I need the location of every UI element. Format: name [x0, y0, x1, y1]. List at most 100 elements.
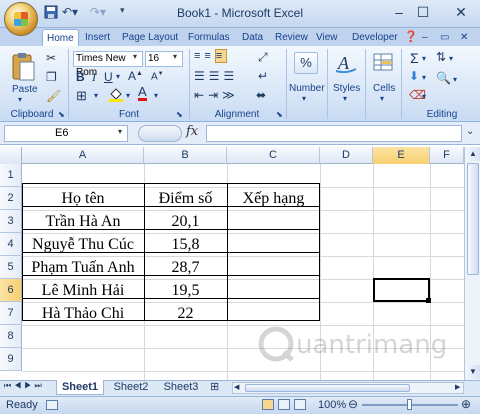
row-header-3[interactable]: 3 [0, 210, 22, 233]
name-cell[interactable]: Lê Minh Hải [22, 279, 144, 302]
zoom-slider-thumb[interactable] [407, 399, 412, 410]
name-box-dropdown-icon[interactable]: ▾ [118, 127, 122, 136]
row-header-6[interactable]: 6 [0, 279, 22, 302]
page-layout-view-icon[interactable] [278, 399, 290, 410]
row-header-4[interactable]: 4 [0, 233, 22, 256]
find-dropdown-icon[interactable]: ▾ [453, 75, 457, 84]
name-cell[interactable]: Nguyễ Thu Cúc [22, 233, 144, 256]
format-cells-icon[interactable]: ≫ [222, 88, 239, 102]
font-size-dropdown-icon[interactable]: ▾ [173, 52, 177, 61]
grow-font-icon[interactable]: A▲ [128, 69, 143, 83]
sheet-tab-sheet1[interactable]: Sheet1 [56, 380, 104, 395]
row-header-1[interactable]: 1 [0, 164, 22, 187]
row-header-9[interactable]: 9 [0, 348, 22, 371]
indent-icons[interactable]: ⇤⇥≫ [194, 88, 239, 102]
tab-home[interactable]: Home [42, 29, 79, 46]
formula-input[interactable] [206, 125, 462, 142]
row-header-8[interactable]: 8 [0, 325, 22, 348]
close-button[interactable]: ✕ [450, 2, 472, 22]
paste-button[interactable]: Paste [12, 84, 38, 95]
cells-button[interactable]: Cells [373, 83, 395, 94]
fill-down-icon[interactable]: ⬇ [409, 69, 419, 83]
font-color-dropdown-icon[interactable]: ▾ [154, 91, 158, 100]
number-dropdown-icon[interactable]: ▾ [302, 94, 306, 103]
rank-cell[interactable] [227, 233, 320, 256]
wrap-text-icon[interactable]: ↵ [258, 69, 268, 83]
sheet-tab-sheet3[interactable]: Sheet3 [158, 380, 204, 395]
font-name-dropdown-icon[interactable]: ▾ [133, 52, 137, 61]
page-break-view-icon[interactable] [294, 399, 306, 410]
column-header-f[interactable]: F [430, 147, 464, 164]
rank-cell[interactable] [227, 279, 320, 302]
vertical-scroll-thumb[interactable] [467, 163, 479, 275]
underline-dropdown-icon[interactable]: ▾ [116, 72, 120, 81]
macro-record-icon[interactable] [46, 400, 58, 410]
header-score-cell[interactable]: Điểm số [144, 187, 227, 210]
fill-color-icon[interactable] [108, 87, 124, 103]
maximize-button[interactable]: ☐ [412, 2, 434, 22]
column-header-d[interactable]: D [320, 147, 373, 164]
align-bottom-icon[interactable]: ≡ [214, 49, 228, 63]
sort-dropdown-icon[interactable]: ▾ [449, 54, 453, 63]
font-color-icon[interactable]: A [138, 85, 147, 101]
borders-dropdown-icon[interactable]: ▾ [94, 91, 98, 100]
score-cell[interactable]: 19,5 [144, 279, 227, 302]
prev-sheet-icon[interactable]: ◀ [14, 381, 24, 390]
autosum-icon[interactable]: Σ [410, 50, 419, 66]
name-cell[interactable]: Phạm Tuấn Anh [22, 256, 144, 279]
next-sheet-icon[interactable]: ▶ [24, 381, 34, 390]
clear-dropdown-icon[interactable]: ▾ [422, 92, 426, 101]
help-icon[interactable]: ❓ [404, 29, 418, 46]
fill-color-dropdown-icon[interactable]: ▾ [126, 91, 130, 100]
tab-page-layout[interactable]: Page Layout [122, 29, 178, 46]
font-size-combo[interactable]: 16 [145, 51, 183, 67]
cells-icon[interactable] [372, 51, 394, 73]
paste-icon[interactable] [10, 52, 36, 82]
align-right-icon[interactable]: ☰ [224, 69, 239, 83]
clipboard-launcher-icon[interactable]: ⬊ [58, 110, 65, 119]
merge-center-icon[interactable]: ⬌ [256, 88, 266, 102]
formula-bar-splitter[interactable] [138, 125, 182, 142]
score-cell[interactable]: 22 [144, 302, 227, 325]
scroll-down-icon[interactable]: ▼ [466, 365, 480, 379]
copy-icon[interactable]: ❐ [46, 70, 57, 84]
align-center-icon[interactable]: ☰ [209, 69, 224, 83]
tab-formulas[interactable]: Formulas [188, 29, 230, 46]
column-header-e[interactable]: E [373, 147, 430, 164]
header-rank-cell[interactable]: Xếp hạng [227, 187, 320, 210]
tab-data[interactable]: Data [242, 29, 263, 46]
decrease-indent-icon[interactable]: ⇤ [194, 88, 208, 102]
sheet-navigation-icons[interactable]: ⏮◀▶⏭ [4, 381, 45, 391]
orientation-icon[interactable]: ⤢ [258, 50, 268, 65]
tab-review[interactable]: Review [275, 29, 308, 46]
name-box[interactable]: E6 [4, 125, 128, 142]
increase-indent-icon[interactable]: ⇥ [208, 88, 222, 102]
horizontal-align-icons[interactable]: ☰☰☰ [194, 69, 238, 83]
bold-button[interactable]: B [76, 70, 85, 84]
score-cell[interactable]: 15,8 [144, 233, 227, 256]
scroll-up-icon[interactable]: ▲ [466, 147, 480, 161]
active-cell-e6[interactable] [373, 278, 430, 302]
align-left-icon[interactable]: ☰ [194, 69, 209, 83]
ribbon-minimize-button[interactable]: – [422, 29, 428, 46]
tab-developer[interactable]: Developer [352, 29, 398, 46]
horizontal-scrollbar[interactable]: ◀ ▶ [232, 382, 464, 394]
name-cell[interactable]: Trần Hà An [22, 210, 144, 233]
number-button[interactable]: Number [289, 83, 325, 94]
zoom-in-icon[interactable]: ⊕ [461, 397, 471, 411]
minimize-button[interactable]: – [388, 2, 410, 22]
last-sheet-icon[interactable]: ⏭ [34, 381, 44, 390]
paste-dropdown-icon[interactable]: ▾ [18, 95, 22, 104]
expand-formula-bar-icon[interactable]: ⌄ [466, 126, 474, 137]
row-header-5[interactable]: 5 [0, 256, 22, 279]
rank-cell[interactable] [227, 210, 320, 233]
header-name-cell[interactable]: Họ tên [22, 187, 144, 210]
row-header-2[interactable]: 2 [0, 187, 22, 210]
workbook-close-button[interactable]: ✕ [460, 29, 468, 46]
styles-dropdown-icon[interactable]: ▾ [343, 94, 347, 103]
column-header-a[interactable]: A [22, 147, 144, 164]
sort-filter-icon[interactable]: ⇅ [436, 50, 446, 64]
insert-function-button[interactable]: fx [186, 124, 198, 139]
score-cell[interactable]: 20,1 [144, 210, 227, 233]
score-cell[interactable]: 28,7 [144, 256, 227, 279]
